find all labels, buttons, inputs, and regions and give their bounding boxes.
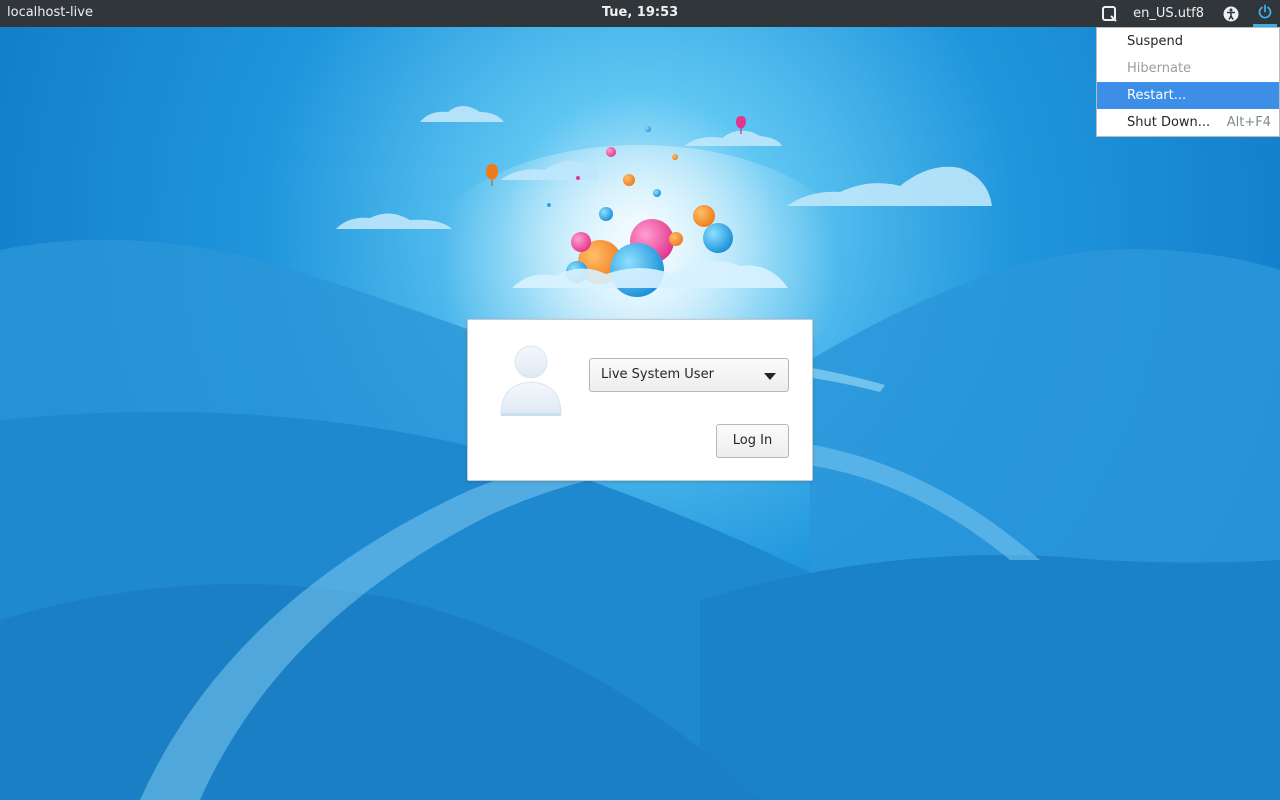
selected-user-label: Live System User	[601, 367, 714, 382]
keyboard-layout-icon[interactable]	[1099, 3, 1121, 25]
chevron-down-icon	[764, 373, 776, 380]
system-tray: en_US.utf8	[1099, 0, 1280, 27]
login-card: Live System User Log In	[467, 319, 813, 481]
clock: Tue, 19:53	[0, 5, 1280, 20]
hostname-label: localhost-live	[7, 5, 93, 20]
menu-item-label: Restart...	[1127, 88, 1187, 103]
user-select-dropdown[interactable]: Live System User	[589, 358, 789, 392]
top-panel: localhost-live Tue, 19:53 en_US.utf8	[0, 0, 1280, 27]
menu-item-restart[interactable]: Restart...	[1097, 82, 1279, 109]
accessibility-icon[interactable]	[1220, 3, 1242, 25]
menu-item-label: Shut Down...	[1127, 115, 1211, 130]
power-button[interactable]	[1250, 0, 1280, 27]
log-in-button[interactable]: Log In	[716, 424, 789, 458]
menu-item-label: Suspend	[1127, 34, 1184, 49]
power-icon	[1257, 4, 1273, 24]
power-menu: Suspend Hibernate Restart... Shut Down..…	[1096, 27, 1280, 137]
clock-text[interactable]: Tue, 19:53	[602, 5, 678, 20]
menu-item-accelerator: Alt+F4	[1226, 115, 1271, 130]
menu-item-suspend[interactable]: Suspend	[1097, 28, 1279, 55]
user-avatar-icon	[498, 344, 564, 418]
menu-item-label: Hibernate	[1127, 61, 1192, 76]
locale-selector[interactable]: en_US.utf8	[1133, 6, 1204, 21]
menu-item-shut-down[interactable]: Shut Down... Alt+F4	[1097, 109, 1279, 136]
menu-item-hibernate: Hibernate	[1097, 55, 1279, 82]
